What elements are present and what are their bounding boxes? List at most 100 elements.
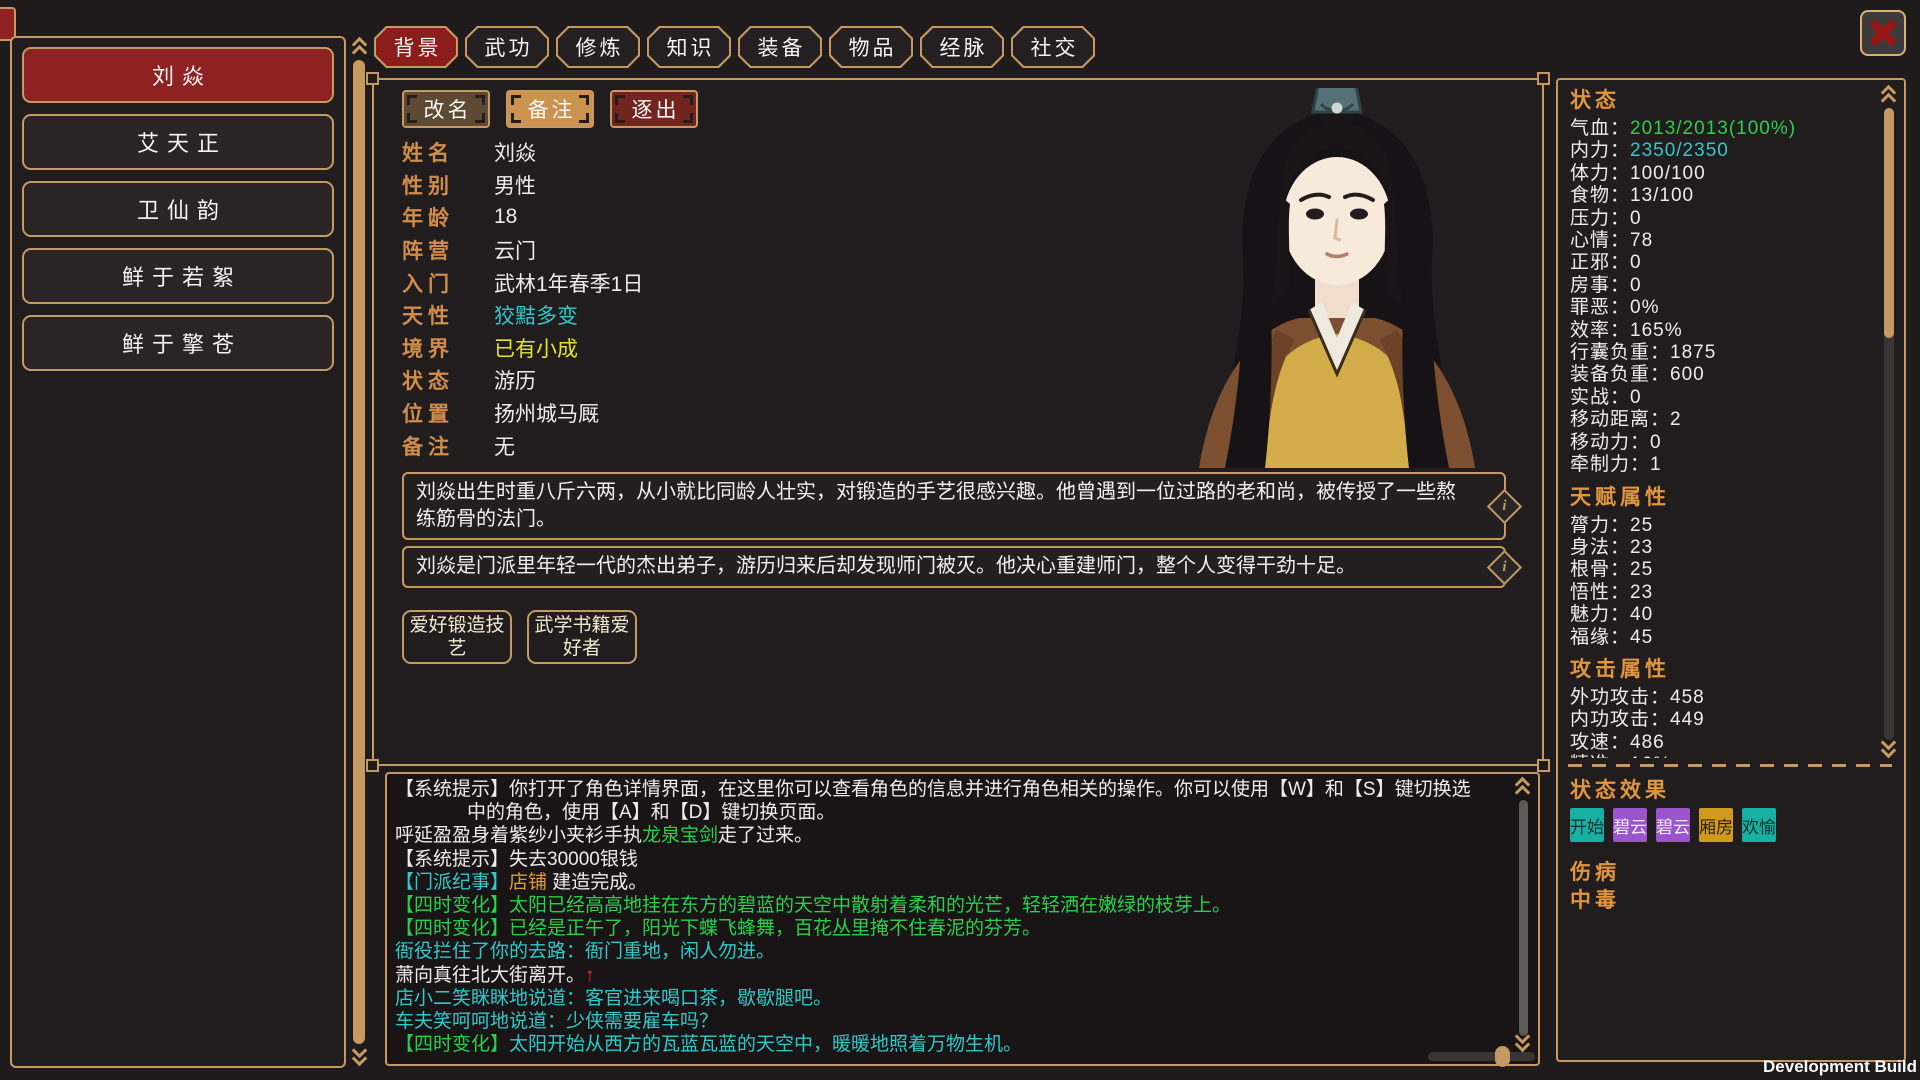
log-segment: 【系统提示】你打开了角色详情界面，在这里你可以查看角色的信息并进行角色相关的操作… bbox=[395, 779, 1471, 800]
log-segment: 龙泉宝剑 bbox=[642, 825, 718, 846]
status-effect-badge[interactable]: 开始 bbox=[1570, 808, 1604, 842]
profile-label: 备注 bbox=[402, 431, 494, 461]
character-name: 艾天正 bbox=[129, 126, 227, 158]
stats-panel: 状态 气血：2013/2013(100%)内力：2350/2350体力：100/… bbox=[1556, 78, 1906, 1062]
tab[interactable]: 修炼 bbox=[556, 26, 640, 68]
sidebar-character-button[interactable]: 刘焱 bbox=[22, 47, 334, 103]
log-line: 【系统提示】你打开了角色详情界面，在这里你可以查看角色的信息并进行角色相关的操作… bbox=[395, 778, 1504, 801]
trait-chip-row: 爱好锻造技艺武学书籍爱好者 bbox=[402, 610, 637, 664]
dev-build-watermark: Development Build bbox=[1763, 1057, 1917, 1077]
sidebar-character-button[interactable]: 鲜于擎苍 bbox=[22, 315, 334, 371]
sidebar-character-button[interactable]: 卫仙韵 bbox=[22, 181, 334, 237]
character-list-panel: 刘焱艾天正卫仙韵鲜于若絮鲜于擎苍 bbox=[10, 36, 346, 1068]
bio-text: 刘焱是门派里年轻一代的杰出弟子，游历归来后却发现师门被灭。他决心重建师门，整个人… bbox=[416, 555, 1356, 577]
log-hscroll-handle[interactable] bbox=[1495, 1046, 1510, 1067]
stat-value: 165% bbox=[1630, 320, 1683, 341]
tab[interactable]: 经脉 bbox=[920, 26, 1004, 68]
log-segment: 萧向真往北大街离开。 bbox=[395, 965, 585, 986]
character-name: 鲜于若絮 bbox=[114, 260, 242, 292]
sidebar-character-button[interactable]: 鲜于若絮 bbox=[22, 248, 334, 304]
chevron-down-icon[interactable] bbox=[1514, 1034, 1530, 1050]
tab[interactable]: 物品 bbox=[829, 26, 913, 68]
log-line: 中的角色，使用【A】和【D】键切换页面。 bbox=[395, 801, 1504, 824]
stat-row: 装备负重：600 bbox=[1570, 364, 1870, 386]
stat-value: 23 bbox=[1630, 537, 1653, 558]
chevron-up-icon[interactable] bbox=[1880, 90, 1896, 106]
stat-row: 房事：0 bbox=[1570, 275, 1870, 297]
profile-label: 天性 bbox=[402, 300, 494, 330]
tab[interactable]: 知识 bbox=[647, 26, 731, 68]
action-button[interactable]: 逐出 bbox=[610, 90, 698, 128]
tab[interactable]: 装备 bbox=[738, 26, 822, 68]
tab-label: 知识 bbox=[647, 26, 731, 68]
log-segment: 建造完成。 bbox=[547, 872, 647, 893]
log-scrollbar-thumb[interactable] bbox=[1519, 800, 1528, 1036]
stat-label: 根骨： bbox=[1570, 559, 1630, 580]
stat-row: 移动距离：2 bbox=[1570, 409, 1870, 431]
info-icon[interactable]: i bbox=[1487, 489, 1522, 524]
badge-label: 欢愉 bbox=[1742, 813, 1776, 838]
log-line: 萧向真往北大街离开。↑ bbox=[395, 964, 1504, 987]
stat-row: 内力：2350/2350 bbox=[1570, 140, 1870, 162]
status-effect-badge[interactable]: 欢愉 bbox=[1742, 808, 1776, 842]
character-name: 鲜于擎苍 bbox=[114, 327, 242, 359]
tab[interactable]: 背景 bbox=[374, 26, 458, 68]
chevron-up-icon[interactable] bbox=[351, 42, 367, 58]
log-line: 【门派纪事】店铺 建造完成。 bbox=[395, 871, 1504, 894]
profile-value: 刘焱 bbox=[494, 137, 536, 167]
stat-value: 0 bbox=[1630, 275, 1642, 296]
close-button[interactable] bbox=[1860, 10, 1906, 56]
trait-chip[interactable]: 武学书籍爱好者 bbox=[527, 610, 637, 664]
tab[interactable]: 武功 bbox=[465, 26, 549, 68]
stat-row: 食物：13/100 bbox=[1570, 185, 1870, 207]
action-button[interactable]: 备注 bbox=[506, 90, 594, 128]
sidebar-scrollbar[interactable] bbox=[351, 38, 367, 1066]
effects-section-title: 状态效果 bbox=[1570, 778, 1670, 804]
stat-label: 心情： bbox=[1570, 230, 1630, 251]
trait-chip[interactable]: 爱好锻造技艺 bbox=[402, 610, 512, 664]
profile-value: 狡黠多变 bbox=[494, 300, 578, 330]
stat-label: 膂力： bbox=[1570, 515, 1630, 536]
corner-mark-icon bbox=[511, 113, 521, 123]
stat-label: 内力： bbox=[1570, 140, 1630, 161]
chevron-up-icon[interactable] bbox=[1514, 782, 1530, 798]
profile-row: 阵营云门 bbox=[402, 234, 643, 267]
stat-label: 移动力： bbox=[1570, 432, 1650, 453]
stat-row: 身法：23 bbox=[1570, 537, 1870, 559]
log-segment: 【门派纪事】 bbox=[395, 872, 509, 893]
stat-row: 魅力：40 bbox=[1570, 604, 1870, 626]
stat-value: 25 bbox=[1630, 559, 1653, 580]
chevron-down-icon[interactable] bbox=[351, 1048, 367, 1064]
action-button[interactable]: 改名 bbox=[402, 90, 490, 128]
status-effect-badge[interactable]: 碧云 bbox=[1613, 808, 1647, 842]
status-effect-badges: 开始碧云碧云厢房欢愉 bbox=[1570, 808, 1776, 842]
corner-mark-icon bbox=[683, 95, 693, 105]
stat-label: 身法： bbox=[1570, 537, 1630, 558]
profile-label: 状态 bbox=[402, 365, 494, 395]
chevron-down-icon[interactable] bbox=[1880, 740, 1896, 756]
tab[interactable]: 社交 bbox=[1011, 26, 1095, 68]
stat-row: 精准：16% bbox=[1570, 754, 1870, 758]
talent-section-title: 天赋属性 bbox=[1570, 485, 1870, 511]
status-effect-badge[interactable]: 厢房 bbox=[1699, 808, 1733, 842]
stat-value: 13/100 bbox=[1630, 185, 1694, 206]
stat-value: 1875 bbox=[1670, 342, 1716, 363]
profile-label: 入门 bbox=[402, 268, 494, 298]
action-label: 逐出 bbox=[629, 94, 680, 124]
log-line: 车夫笑呵呵地说道：少侠需要雇车吗？ bbox=[395, 1010, 1504, 1033]
log-segment: 【系统提示】失去30000银钱 bbox=[395, 849, 638, 870]
stat-row: 攻速：486 bbox=[1570, 732, 1870, 754]
sidebar-character-button[interactable]: 艾天正 bbox=[22, 114, 334, 170]
log-segment: ↑ bbox=[585, 965, 595, 986]
info-icon[interactable]: i bbox=[1487, 550, 1522, 585]
profile-value: 武林1年春季1日 bbox=[494, 268, 643, 298]
attack-rows: 外功攻击：458内功攻击：449攻速：486精准：16% bbox=[1570, 687, 1870, 758]
stat-value: 40 bbox=[1630, 604, 1653, 625]
log-hscroll-track[interactable] bbox=[1428, 1052, 1535, 1061]
scrollbar-thumb[interactable] bbox=[353, 60, 365, 1044]
stats-scrollbar-thumb[interactable] bbox=[1884, 108, 1894, 338]
status-effect-badge[interactable]: 碧云 bbox=[1656, 808, 1690, 842]
action-label: 备注 bbox=[525, 94, 576, 124]
tab-label: 物品 bbox=[829, 26, 913, 68]
stat-value: 25 bbox=[1630, 515, 1653, 536]
